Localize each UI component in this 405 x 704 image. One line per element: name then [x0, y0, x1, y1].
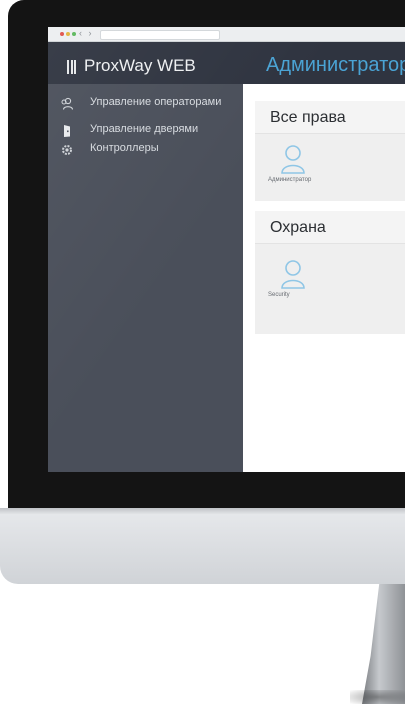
gear-icon: [60, 143, 74, 157]
browser-toolbar: ‹ ›: [48, 27, 405, 42]
monitor-stand-shadow: [350, 690, 405, 704]
menu-icon[interactable]: [67, 60, 76, 74]
users-icon: [60, 97, 74, 111]
group-title: Все права: [270, 109, 346, 126]
monitor-chin-shade: [0, 508, 405, 514]
user-icon: [281, 145, 305, 174]
sidebar-item-operators[interactable]: Управление операторами: [60, 97, 250, 111]
sidebar-item-label: Управление дверями: [90, 123, 199, 135]
group-card: Охрана Security: [255, 211, 405, 334]
main-content: Все права Администратор Охрана Security: [243, 84, 405, 472]
sidebar-item-controllers[interactable]: Контроллеры: [60, 143, 250, 157]
app-header: ProxWay WEB Администратор: [48, 42, 405, 84]
sidebar: Управление операторами Управление дверям…: [48, 84, 243, 472]
monitor-stand: [362, 584, 405, 704]
maximize-window-icon[interactable]: [72, 32, 76, 36]
monitor-chin: [0, 508, 405, 584]
minimize-window-icon[interactable]: [66, 32, 70, 36]
screen: ‹ › ProxWay WEB Администратор Управление…: [48, 27, 405, 472]
user-icon: [281, 260, 305, 289]
app-title: ProxWay WEB: [84, 56, 196, 75]
address-bar[interactable]: [100, 30, 220, 40]
nav-arrows-icon[interactable]: ‹ ›: [79, 28, 94, 38]
user-name: Администратор: [268, 177, 312, 183]
sidebar-item-label: Контроллеры: [90, 142, 159, 154]
user-tile[interactable]: Security: [268, 259, 348, 298]
group-card: Все права Администратор: [255, 101, 405, 201]
close-window-icon[interactable]: [60, 32, 64, 36]
user-tile[interactable]: Администратор: [268, 144, 348, 183]
door-icon: [60, 124, 74, 138]
sidebar-item-label: Управление операторами: [90, 96, 222, 108]
page-title: Администратор: [266, 54, 405, 76]
group-title: Охрана: [270, 219, 326, 236]
sidebar-item-doors[interactable]: Управление дверями: [60, 124, 250, 138]
user-name: Security: [268, 292, 290, 298]
